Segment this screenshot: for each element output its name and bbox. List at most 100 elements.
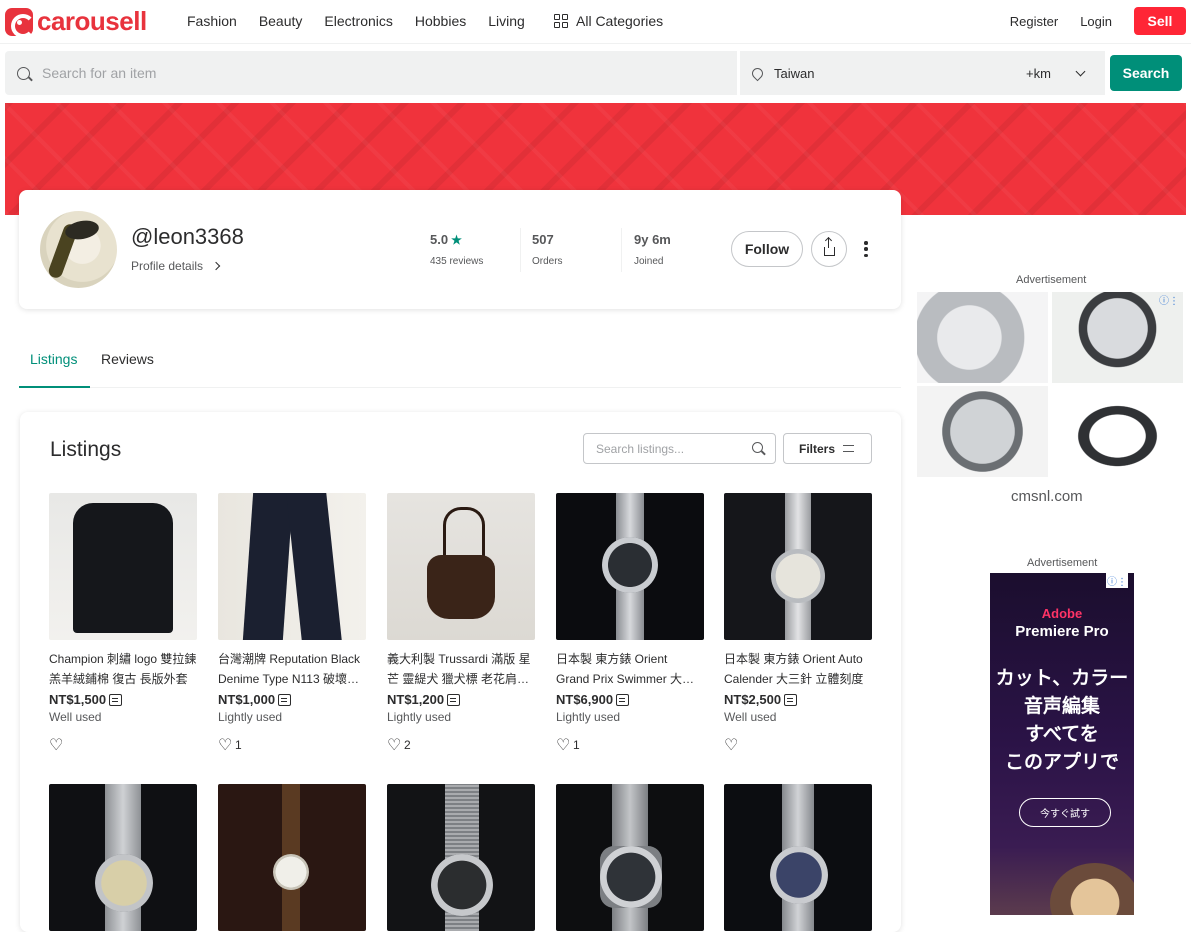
listing-title[interactable]: 台灣潮牌 Reputation Black Denime Type N113 破… xyxy=(218,649,366,689)
location-selector[interactable]: Taiwan +km xyxy=(740,51,1105,95)
follow-button[interactable]: Follow xyxy=(731,231,803,267)
shipping-icon xyxy=(109,693,123,706)
reviews-count: 435 reviews xyxy=(430,256,484,267)
listing-image[interactable] xyxy=(218,493,366,640)
heart-icon[interactable] xyxy=(556,735,570,754)
ad-info-icon[interactable]: ⓘ⋮ xyxy=(1159,292,1179,307)
ad-image xyxy=(1050,863,1134,915)
nav-link-beauty[interactable]: Beauty xyxy=(259,13,303,29)
nav-link-hobbies[interactable]: Hobbies xyxy=(415,13,466,29)
nav-link-electronics[interactable]: Electronics xyxy=(324,13,392,29)
profile-tabs: Listings Reviews xyxy=(19,340,901,388)
listing-price: NT$1,500 xyxy=(49,692,107,707)
tab-reviews[interactable]: Reviews xyxy=(101,351,154,367)
profile-card: @leon3368 Profile details 5.0 ★ 435 revie… xyxy=(19,190,901,309)
rating-stat[interactable]: 5.0 ★ 435 reviews xyxy=(430,232,483,267)
search-icon[interactable] xyxy=(752,442,763,453)
advertisement-banner[interactable]: ⓘ⋮ Adobe Premiere Pro カット、カラー 音声編集 すべてを … xyxy=(990,573,1134,915)
listing-image[interactable] xyxy=(218,784,366,931)
listing-title[interactable]: Champion 刺繡 logo 雙拉鍊 羔羊絨鋪棉 復古 長版外套 xyxy=(49,649,197,689)
search-icon xyxy=(17,66,30,80)
heart-icon[interactable] xyxy=(387,735,401,754)
listing-card[interactable]: 日本製 東方錶 Orient Grand Prix Swimmer 大三針 NT… xyxy=(556,493,704,754)
listing-image[interactable] xyxy=(724,493,872,640)
listing-title[interactable]: 日本製 東方錶 Orient Auto Calender 大三針 立體刻度 xyxy=(724,649,872,689)
listing-price: NT$1,200 xyxy=(387,692,445,707)
ad-image[interactable] xyxy=(917,386,1048,477)
sell-button[interactable]: Sell xyxy=(1134,7,1186,35)
chevron-right-icon xyxy=(211,261,221,271)
grid-icon xyxy=(554,14,568,28)
listing-card[interactable] xyxy=(724,784,872,931)
ad-label: Advertisement xyxy=(1027,557,1098,569)
search-button[interactable]: Search xyxy=(1110,55,1182,91)
listing-card[interactable]: Champion 刺繡 logo 雙拉鍊 羔羊絨鋪棉 復古 長版外套 NT$1,… xyxy=(49,493,197,754)
shipping-icon xyxy=(447,693,461,706)
listing-condition: Well used xyxy=(49,710,102,724)
heart-icon[interactable] xyxy=(49,735,63,754)
filters-label: Filters xyxy=(799,441,836,456)
location-pin-icon xyxy=(749,65,766,81)
listing-price: NT$2,500 xyxy=(724,692,782,707)
nav-link-living[interactable]: Living xyxy=(488,13,525,29)
orders-value: 507 xyxy=(532,232,554,247)
chevron-down-icon[interactable] xyxy=(1075,66,1086,77)
logo-text: carousell xyxy=(37,6,147,36)
like-count: 1 xyxy=(235,738,242,752)
filters-button[interactable]: Filters xyxy=(783,433,872,464)
listing-condition: Lightly used xyxy=(387,710,452,724)
rating-value: 5.0 xyxy=(430,232,449,247)
profile-details-link[interactable]: Profile details xyxy=(131,259,221,273)
profile-details-label: Profile details xyxy=(131,259,204,273)
listing-card[interactable] xyxy=(556,784,704,931)
listing-image[interactable] xyxy=(387,493,535,640)
listing-title[interactable]: 義大利製 Trussardi 滿版 星芒 靈緹犬 獵犬標 老花肩背包 xyxy=(387,649,535,689)
login-link[interactable]: Login xyxy=(1080,14,1112,29)
listing-image[interactable] xyxy=(49,784,197,931)
ad-product: Premiere Pro xyxy=(1015,623,1109,640)
listing-card[interactable]: 義大利製 Trussardi 滿版 星芒 靈緹犬 獵犬標 老花肩背包 NT$1,… xyxy=(387,493,535,754)
listing-card[interactable] xyxy=(49,784,197,931)
avatar[interactable] xyxy=(40,211,117,288)
category-nav: Fashion Beauty Electronics Hobbies Livin… xyxy=(187,13,547,29)
share-icon xyxy=(823,238,835,256)
tab-listings[interactable]: Listings xyxy=(30,351,77,367)
nav-link-fashion[interactable]: Fashion xyxy=(187,13,237,29)
register-link[interactable]: Register xyxy=(1010,14,1058,29)
listing-image[interactable] xyxy=(387,784,535,931)
ad-caption[interactable]: cmsnl.com xyxy=(1011,488,1083,505)
listings-search-input[interactable] xyxy=(596,441,746,456)
account-nav: Register Login Sell xyxy=(1010,7,1191,35)
listing-card[interactable]: 台灣潮牌 Reputation Black Denime Type N113 破… xyxy=(218,493,366,754)
all-categories-button[interactable]: All Categories xyxy=(554,13,663,29)
listing-image[interactable] xyxy=(556,493,704,640)
ad-image[interactable] xyxy=(917,292,1048,383)
share-button[interactable] xyxy=(811,231,847,267)
listing-image[interactable] xyxy=(49,493,197,640)
carousell-logo-icon xyxy=(5,7,35,38)
ad-headline: カット、カラー 音声編集 すべてを このアプリで xyxy=(995,668,1129,773)
listing-image[interactable] xyxy=(556,784,704,931)
filter-icon xyxy=(843,445,854,453)
heart-icon[interactable] xyxy=(724,735,738,754)
ad-info-icon[interactable]: ⓘ⋮ xyxy=(1106,573,1128,588)
ad-cta-button[interactable]: 今すぐ試す xyxy=(1019,798,1111,827)
listing-card[interactable] xyxy=(387,784,535,931)
search-bar: Taiwan +km Search xyxy=(5,51,1186,95)
joined-label: Joined xyxy=(634,256,664,267)
shipping-icon xyxy=(616,693,630,706)
more-options-icon[interactable] xyxy=(864,241,868,257)
listing-title[interactable]: 日本製 東方錶 Orient Grand Prix Swimmer 大三針 xyxy=(556,649,704,689)
listing-image[interactable] xyxy=(724,784,872,931)
advertisement-banner[interactable]: ⓘ⋮ xyxy=(917,292,1185,477)
stat-divider xyxy=(621,228,622,272)
listing-card[interactable]: 日本製 東方錶 Orient Auto Calender 大三針 立體刻度 NT… xyxy=(724,493,872,754)
listing-card[interactable] xyxy=(218,784,366,931)
listing-condition: Lightly used xyxy=(556,710,621,724)
listing-condition: Well used xyxy=(724,710,777,724)
search-input[interactable] xyxy=(42,65,642,81)
carousell-logo[interactable]: carousell xyxy=(5,6,147,38)
ad-image[interactable] xyxy=(1052,386,1183,477)
shipping-icon xyxy=(784,693,798,706)
heart-icon[interactable] xyxy=(218,735,232,754)
